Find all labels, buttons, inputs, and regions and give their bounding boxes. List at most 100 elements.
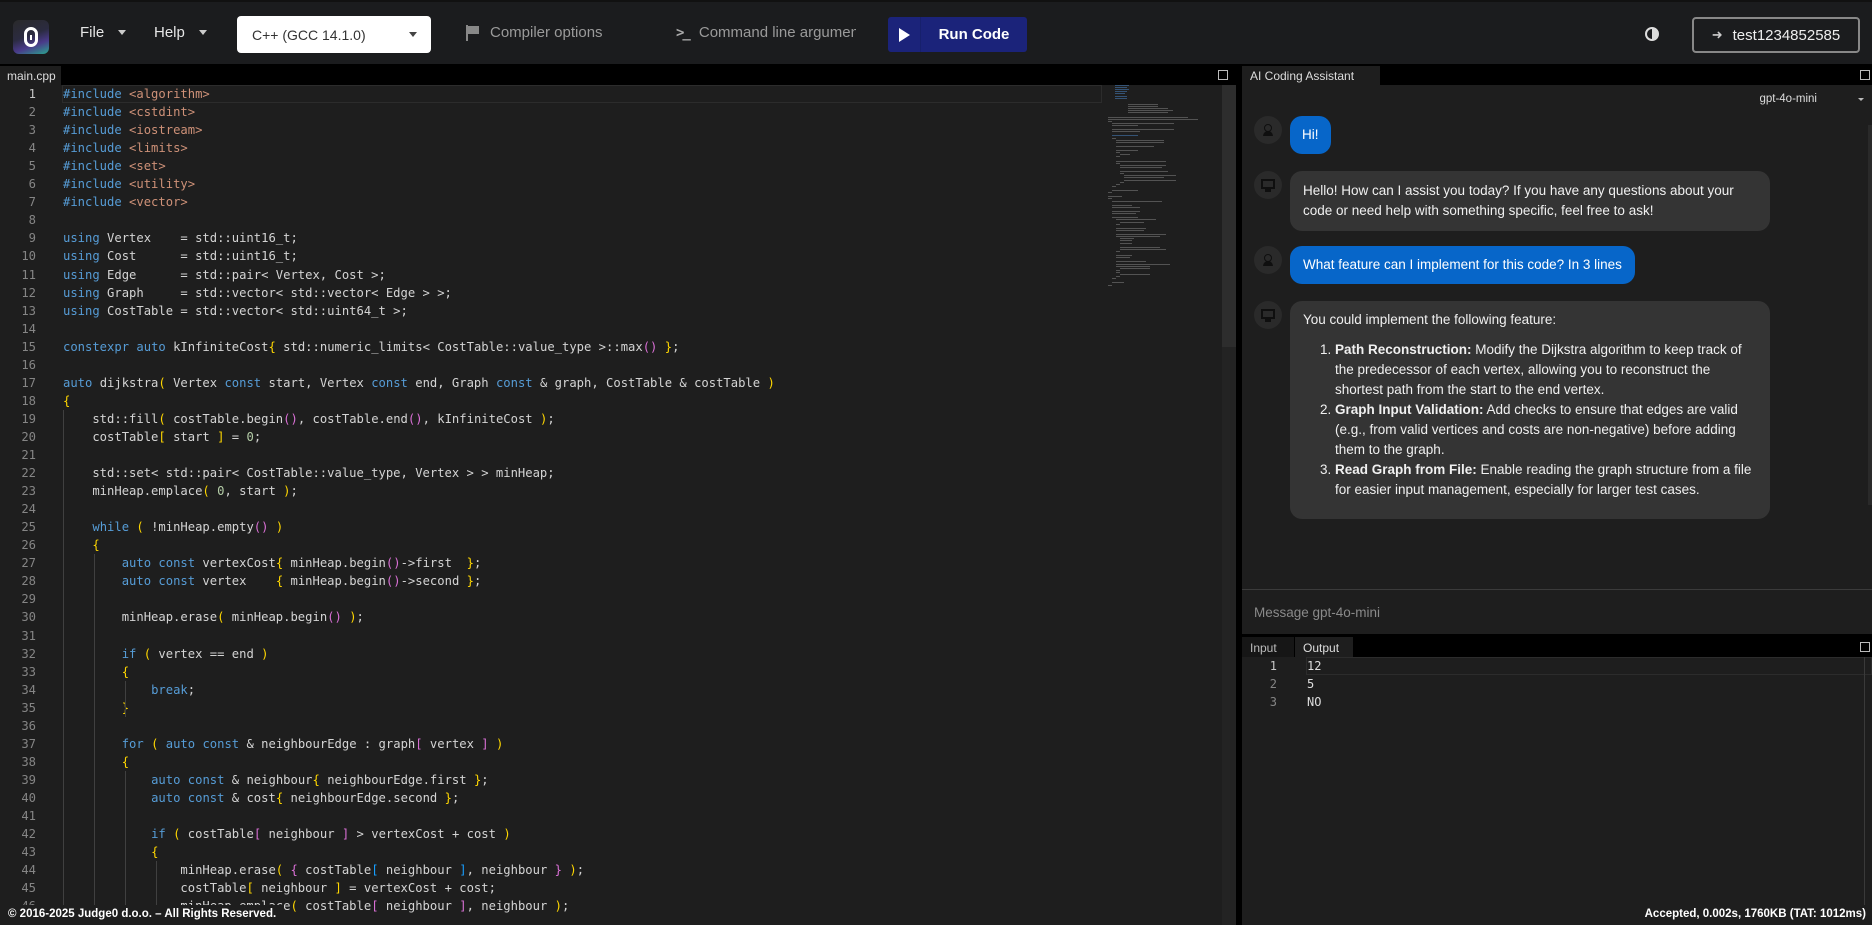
editor-scrollbar[interactable] <box>1222 85 1236 925</box>
monitor-icon <box>1261 178 1275 192</box>
code-line[interactable]: 15 constexpr auto kInfiniteCost{ std::num… <box>0 338 1100 356</box>
output-line: 25 <box>1242 675 1872 693</box>
code-line[interactable]: 20 costTable[ start ] = 0; <box>0 428 1100 446</box>
minimap-line <box>1128 112 1168 114</box>
minimap-line <box>1115 89 1129 91</box>
code-line[interactable]: 18 { <box>0 392 1100 410</box>
minimap-line <box>1116 250 1120 252</box>
code-line[interactable]: 44 minHeap.erase( { costTable[ neighbour… <box>0 861 1100 879</box>
minimap[interactable] <box>1108 85 1220 305</box>
tab-main-cpp[interactable]: main.cpp <box>0 66 61 85</box>
code-line[interactable]: 39 auto const & neighbour{ neighbourEdge… <box>0 771 1100 789</box>
code-line[interactable]: 6 #include <utility> <box>0 175 1100 193</box>
model-select[interactable]: gpt-4o-mini <box>1759 93 1817 105</box>
code-line[interactable]: 22 std::set< std::pair< CostTable::value… <box>0 464 1100 482</box>
maximize-icon[interactable] <box>1860 642 1870 652</box>
code-line[interactable]: 2 #include <cstdint> <box>0 103 1100 121</box>
code-line[interactable]: 29 <box>0 590 1100 608</box>
user-message: Hi! <box>1290 116 1331 154</box>
chevron-down-icon[interactable] <box>1858 98 1864 101</box>
logo-glyph-icon <box>24 27 38 47</box>
code-line[interactable]: 26 { <box>0 536 1100 554</box>
code-line[interactable]: 25 while ( !minHeap.empty() ) <box>0 518 1100 536</box>
code-line[interactable]: 8 <box>0 211 1100 229</box>
maximize-icon[interactable] <box>1860 70 1870 80</box>
code-line[interactable]: 24 <box>0 500 1100 518</box>
message-input[interactable] <box>1242 590 1872 634</box>
code-line[interactable]: 14 <box>0 320 1100 338</box>
code-line[interactable]: 36 <box>0 717 1100 735</box>
code-line[interactable]: 42 if ( costTable[ neighbour ] > vertexC… <box>0 825 1100 843</box>
line-number: 36 <box>21 718 36 733</box>
tab-output[interactable]: Output <box>1295 637 1353 657</box>
editor-scrollbar-thumb[interactable] <box>1222 85 1236 347</box>
code-editor[interactable]: 1 #include <algorithm> 2 #include <cstdint>… <box>0 85 1236 925</box>
help-menu[interactable]: Help <box>154 24 207 41</box>
output-panel[interactable]: 1 12 2 5 3 NO <box>1242 657 1872 905</box>
code-line[interactable]: 23 minHeap.emplace( 0, start ); <box>0 482 1100 500</box>
user-message: What feature can I implement for this co… <box>1290 246 1635 284</box>
code-line[interactable]: 33 { <box>0 663 1100 681</box>
code-line[interactable]: 10 using Cost = std::uint16_t; <box>0 247 1100 265</box>
line-number: 41 <box>21 809 36 823</box>
code-line[interactable]: 40 auto const & cost{ neighbourEdge.seco… <box>0 789 1100 807</box>
line-number: 7 <box>28 195 36 210</box>
tab-input[interactable]: Input <box>1242 637 1294 657</box>
code-line[interactable]: 11 using Edge = std::pair< Vertex, Cost >… <box>0 266 1100 284</box>
code-line[interactable]: 28 auto const vertex { minHeap.begin()->… <box>0 572 1100 590</box>
judge0-logo[interactable] <box>13 20 49 54</box>
line-number: 20 <box>21 429 36 444</box>
code-line[interactable]: 19 std::fill( costTable.begin(), costTab… <box>0 410 1100 428</box>
code-line[interactable]: 16 <box>0 356 1100 374</box>
code-line[interactable]: 34 break; <box>0 681 1100 699</box>
code-line[interactable]: 45 costTable[ neighbour ] = vertexCost +… <box>0 879 1100 897</box>
feature-title: Graph Input Validation: <box>1335 402 1484 417</box>
file-menu-label: File <box>80 24 105 41</box>
code-text: auto dijkstra( Vertex const start, Verte… <box>63 375 775 390</box>
line-number: 40 <box>21 790 36 805</box>
file-menu[interactable]: File <box>80 24 127 41</box>
run-code-label: Run Code <box>938 26 1010 43</box>
line-number: 2 <box>1269 677 1277 691</box>
code-line[interactable]: 1 #include <algorithm> <box>0 85 1102 103</box>
code-line[interactable]: 4 #include <limits> <box>0 139 1100 157</box>
code-line[interactable]: 13 using CostTable = std::vector< std::ui… <box>0 302 1100 320</box>
code-line[interactable]: 21 <box>0 446 1100 464</box>
code-line[interactable]: 12 using Graph = std::vector< std::vector… <box>0 284 1100 302</box>
minimap-line <box>1115 91 1127 93</box>
code-line[interactable]: 37 for ( auto const & neighbourEdge : gr… <box>0 735 1100 753</box>
code-line[interactable]: 31 <box>0 627 1100 645</box>
line-number: 6 <box>28 177 36 192</box>
code-line[interactable]: 3 #include <iostream> <box>0 121 1100 139</box>
contrast-icon[interactable] <box>1645 27 1659 41</box>
code-line[interactable]: 41 <box>0 807 1100 825</box>
minimap-line <box>1108 118 1198 120</box>
maximize-icon[interactable] <box>1218 70 1228 80</box>
run-code-button[interactable]: Run Code <box>888 17 1027 52</box>
compiler-options-button[interactable]: Compiler options <box>466 24 603 41</box>
chat-scrollbar[interactable] <box>1868 125 1872 505</box>
output-scrollbar[interactable] <box>1864 657 1872 905</box>
code-line[interactable]: 38 { <box>0 753 1100 771</box>
status-bar: Accepted, 0.002s, 1760KB (TAT: 1012ms) <box>1242 905 1872 925</box>
code-line[interactable]: 35 } <box>0 699 1100 717</box>
code-text: costTable[ neighbour ] = vertexCost + co… <box>63 881 496 896</box>
command-line-arguments-input[interactable]: >_ Command line arguments <box>676 24 856 41</box>
code-text: using CostTable = std::vector< std::uint… <box>63 303 408 318</box>
code-line[interactable]: 27 auto const vertexCost{ minHeap.begin(… <box>0 554 1100 572</box>
flag-icon <box>466 24 480 41</box>
minimap-line <box>1115 93 1125 95</box>
code-line[interactable]: 30 minHeap.erase( minHeap.begin() ); <box>0 608 1100 626</box>
code-line[interactable]: 17 auto dijkstra( Vertex const start, Ver… <box>0 374 1100 392</box>
assistant-message: Hello! How can I assist you today? If yo… <box>1290 171 1770 231</box>
code-text: { <box>92 538 100 553</box>
code-line[interactable]: 9 using Vertex = std::uint16_t; <box>0 229 1100 247</box>
code-text: minHeap.erase( { costTable[ neighbour ],… <box>63 863 585 878</box>
tab-ai-coding-assistant[interactable]: AI Coding Assistant <box>1242 66 1380 85</box>
code-line[interactable]: 43 { <box>0 843 1100 861</box>
user-logout-button[interactable]: ➜ test1234852585 <box>1692 17 1860 53</box>
language-select[interactable]: C++ (GCC 14.1.0) <box>237 16 431 53</box>
code-line[interactable]: 7 #include <vector> <box>0 193 1100 211</box>
code-line[interactable]: 32 if ( vertex == end ) <box>0 645 1100 663</box>
code-line[interactable]: 5 #include <set> <box>0 157 1100 175</box>
